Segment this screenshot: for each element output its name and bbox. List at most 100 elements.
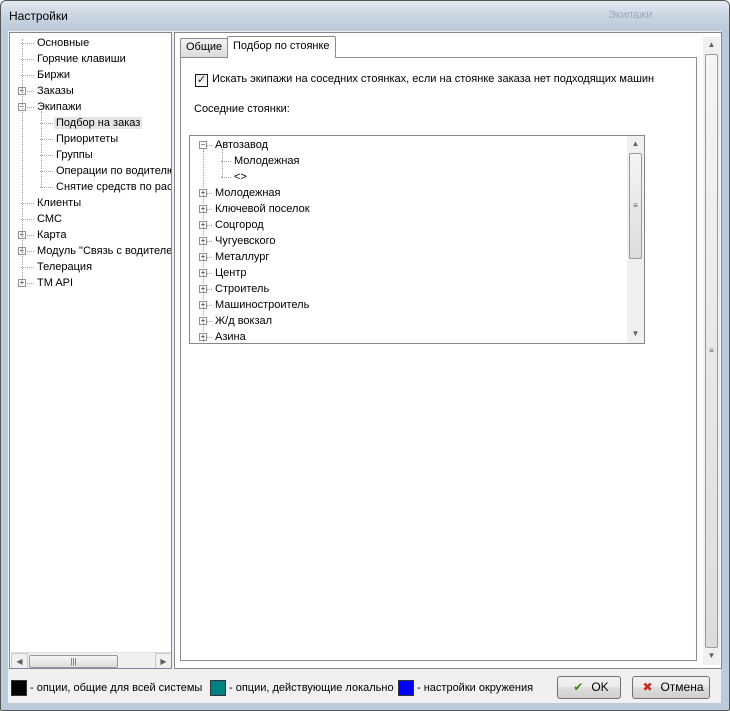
- nav-item[interactable]: Горячие клавиши: [35, 51, 128, 67]
- nav-item-label: СМС: [37, 213, 62, 225]
- nav-item-label: Клиенты: [37, 197, 82, 209]
- nav-item[interactable]: Биржи: [35, 67, 72, 83]
- scroll-thumb[interactable]: ≡: [705, 54, 718, 648]
- neighbor-stand-item[interactable]: Соцгород: [213, 217, 266, 233]
- legend-swatch-local: [210, 680, 226, 697]
- tab-general-label: Общие: [186, 41, 223, 53]
- legend-environment-settings: - настройки окружения: [398, 678, 533, 698]
- tab-general[interactable]: Общие: [180, 38, 229, 57]
- title-bar[interactable]: Настройки Экипажи: [1, 1, 729, 31]
- nav-horizontal-scrollbar[interactable]: ◀ ||| ▶: [11, 652, 171, 668]
- nav-item[interactable]: Заказы: [35, 83, 76, 99]
- nav-item[interactable]: Клиенты: [35, 195, 83, 211]
- neighbor-stand-item[interactable]: <>: [232, 169, 249, 185]
- neighbor-stand-item[interactable]: Ж/д вокзал: [213, 313, 274, 329]
- nav-item[interactable]: Группы: [54, 147, 95, 163]
- cancel-button[interactable]: ✖ Отмена: [632, 676, 710, 699]
- neighbor-stand-item[interactable]: Азина: [213, 329, 248, 343]
- settings-vertical-scrollbar[interactable]: ▲ ≡ ▼: [703, 37, 720, 665]
- nav-item[interactable]: Операции по водителю: [54, 163, 172, 179]
- tree-connector: [41, 111, 43, 187]
- nav-item[interactable]: Основные: [35, 35, 91, 51]
- nav-item-label: TM API: [37, 277, 74, 289]
- chevron-down-icon: ▼: [631, 329, 640, 338]
- settings-window: Настройки Экипажи ◀ ||| ▶ Основные Горячи…: [0, 0, 730, 711]
- nav-item[interactable]: Подбор на заказ: [54, 115, 143, 131]
- chevron-up-icon: ▲: [707, 40, 716, 49]
- neighbor-stand-label: Ключевой поселок: [215, 203, 310, 215]
- grip-icon: |||: [70, 657, 77, 666]
- nav-item[interactable]: СМС: [35, 211, 64, 227]
- neighbor-stand-item[interactable]: Молодежная: [232, 153, 302, 169]
- nav-item[interactable]: Карта: [35, 227, 68, 243]
- legend-global-options: - опции, общие для всей системы: [11, 678, 202, 698]
- tab-stand-selection-label: Подбор по стоянке: [233, 40, 330, 52]
- scroll-up-button[interactable]: ▲: [703, 37, 720, 54]
- settings-category-tree[interactable]: ◀ ||| ▶ Основные Горячие клавиши Биржи Зака…: [9, 32, 172, 669]
- expand-icon[interactable]: +: [18, 279, 26, 287]
- nav-item[interactable]: Снятие средств по расписанию: [54, 179, 171, 195]
- neighbor-stand-label: Металлург: [215, 251, 270, 263]
- scroll-thumb[interactable]: ≡: [629, 153, 642, 259]
- neighbor-stand-item[interactable]: Молодежная: [213, 185, 283, 201]
- tree-connector: [203, 148, 205, 343]
- legend-swatch-environment: [398, 680, 414, 697]
- dialog-client-area: ◀ ||| ▶ Основные Горячие клавиши Биржи Зака…: [8, 31, 722, 703]
- tab-stand-selection[interactable]: Подбор по стоянке: [227, 36, 336, 58]
- scroll-thumb[interactable]: |||: [29, 655, 118, 668]
- ok-button[interactable]: ✔ OK: [557, 676, 621, 699]
- neighbor-stand-label: Машиностроитель: [215, 299, 310, 311]
- chevron-up-icon: ▲: [631, 139, 640, 148]
- nav-item[interactable]: Приоритеты: [54, 131, 120, 147]
- nav-item[interactable]: Телерация: [35, 259, 94, 275]
- grip-icon: ≡: [633, 201, 638, 210]
- scroll-down-button[interactable]: ▼: [627, 326, 644, 343]
- scroll-down-button[interactable]: ▼: [703, 648, 720, 665]
- window-title: Настройки: [9, 9, 68, 23]
- nav-item-label: Подбор на заказ: [54, 117, 143, 129]
- tree-connector: [40, 187, 53, 189]
- neighbor-stand-label: Ж/д вокзал: [215, 315, 273, 327]
- ok-button-label: OK: [591, 680, 609, 694]
- neighbor-stand-label: Молодежная: [234, 155, 300, 167]
- neighbor-stand-label: Строитель: [215, 283, 270, 295]
- neighbor-stands-tree[interactable]: ▲ ≡ ▼ Автозавод − Молодежная <> Молодежная + К…: [189, 135, 645, 344]
- scroll-right-button[interactable]: ▶: [155, 653, 171, 668]
- neighbor-stand-label: Азина: [215, 331, 246, 343]
- chevron-right-icon: ▶: [160, 657, 167, 666]
- legend-swatch-global: [11, 680, 27, 697]
- nav-item[interactable]: Модуль "Связь с водителем": [35, 243, 172, 259]
- nav-item-label: Телерация: [37, 261, 93, 273]
- scroll-left-button[interactable]: ◀: [11, 653, 28, 668]
- chevron-down-icon: ▼: [707, 651, 716, 660]
- nav-item-label: Операции по водителю: [56, 165, 172, 177]
- settings-panel: Общие Подбор по стоянке ✓ Искать экипажи…: [174, 32, 722, 669]
- nav-item-label: Заказы: [37, 85, 74, 97]
- search-neighbors-checkbox[interactable]: ✓: [195, 74, 208, 87]
- nav-item-label: Горячие клавиши: [37, 53, 126, 65]
- neighbor-stand-label: Центр: [215, 267, 247, 279]
- neighbor-stand-item[interactable]: Центр: [213, 265, 249, 281]
- nav-item-label: Снятие средств по расписанию: [56, 181, 171, 193]
- neighbor-stand-label: Чугуевского: [215, 235, 276, 247]
- neighbor-stand-item[interactable]: Машиностроитель: [213, 297, 311, 313]
- neighbor-stand-item[interactable]: Ключевой поселок: [213, 201, 312, 217]
- legend-environment-label: - настройки окружения: [417, 682, 534, 694]
- neighbor-stand-item[interactable]: Металлург: [213, 249, 271, 265]
- legend-global-label: - опции, общие для всей системы: [30, 682, 203, 694]
- nav-item-label: Приоритеты: [56, 133, 119, 145]
- tree-connector: [221, 177, 231, 179]
- neighbor-stand-item[interactable]: Строитель: [213, 281, 271, 297]
- cancel-button-label: Отмена: [660, 680, 704, 694]
- neighbor-stand-label: Молодежная: [215, 187, 281, 199]
- neighbor-stand-item[interactable]: Чугуевского: [213, 233, 278, 249]
- search-neighbors-label: Искать экипажи на соседних стоянках, есл…: [212, 73, 655, 85]
- tab-page-stand-selection: ✓ Искать экипажи на соседних стоянках, е…: [180, 57, 697, 661]
- scroll-up-button[interactable]: ▲: [627, 136, 644, 153]
- nav-item-label: Модуль "Связь с водителем": [37, 245, 172, 257]
- nav-item[interactable]: TM API: [35, 275, 75, 291]
- check-icon: ✔: [573, 680, 584, 694]
- nav-item-label: Группы: [56, 149, 93, 161]
- legend-local-options: - опции, действующие локально: [210, 678, 394, 698]
- neighbors-vertical-scrollbar[interactable]: ▲ ≡ ▼: [627, 136, 644, 343]
